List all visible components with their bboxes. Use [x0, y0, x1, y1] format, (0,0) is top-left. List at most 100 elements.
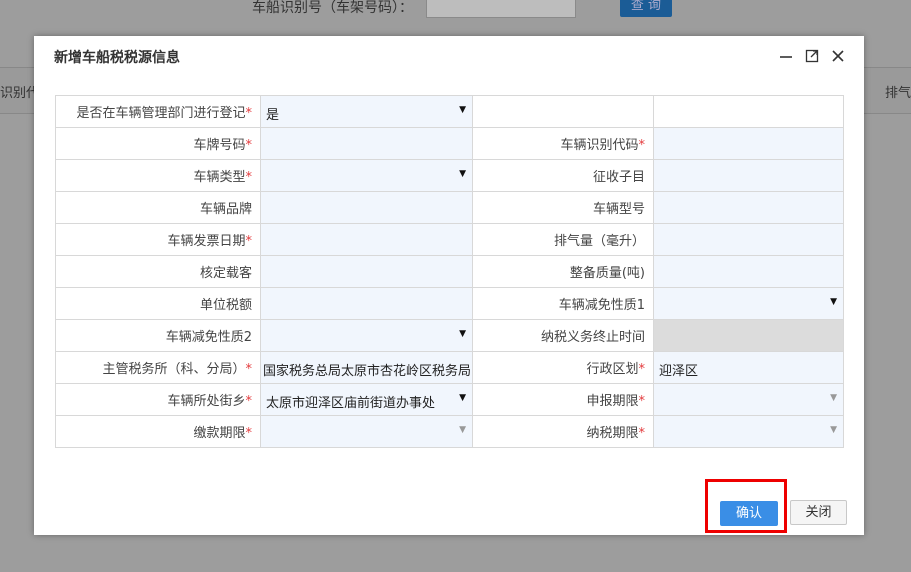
field-label-text: 排气量（毫升）: [553, 234, 645, 249]
required-mark: *: [245, 106, 253, 121]
chevron-down-icon[interactable]: ▼: [830, 393, 837, 403]
field-label-text: 核定载客: [199, 266, 252, 281]
chevron-down-icon[interactable]: ▼: [459, 169, 466, 179]
background-search-input[interactable]: [426, 0, 576, 18]
field-label: 车辆所处街乡*: [55, 383, 261, 416]
field-input[interactable]: [260, 127, 473, 160]
field-label-text: 主管税务所（科、分局）: [102, 362, 246, 377]
form-row: 车辆减免性质2 ▼ 纳税义务终止时间: [55, 319, 844, 352]
field-label: 车牌号码*: [55, 127, 261, 160]
field-input[interactable]: [260, 191, 473, 224]
field-label: 车辆类型*: [55, 159, 261, 192]
field-label: 车辆品牌: [55, 191, 261, 224]
required-mark: *: [638, 394, 646, 409]
field-label: 整备质量(吨): [472, 255, 654, 288]
background-search-label: 车船识别号（车架号码）：: [252, 0, 413, 16]
field-select[interactable]: ▼: [653, 415, 844, 448]
field-input[interactable]: [260, 287, 473, 320]
field-input: [653, 319, 844, 352]
form-row: 核定载客 整备质量(吨): [55, 255, 844, 288]
required-mark: *: [245, 362, 253, 377]
chevron-down-icon[interactable]: ▼: [459, 105, 466, 115]
required-mark: *: [245, 394, 253, 409]
dialog-window-controls: [778, 48, 846, 64]
field-input[interactable]: [653, 159, 844, 192]
minimize-icon[interactable]: [778, 48, 794, 64]
field-label-text: 是否在车辆管理部门进行登记: [76, 106, 246, 121]
required-mark: *: [245, 138, 253, 153]
field-input[interactable]: [260, 255, 473, 288]
field-label-text: 车辆减免性质1: [558, 298, 645, 313]
chevron-down-icon[interactable]: ▼: [830, 425, 837, 435]
background-column-header-right: 排气: [885, 86, 911, 101]
field-label: 车辆识别代码*: [472, 127, 654, 160]
chevron-down-icon[interactable]: ▼: [459, 425, 466, 435]
chevron-down-icon[interactable]: ▼: [459, 329, 466, 339]
form-row: 主管税务所（科、分局）* 国家税务总局太原市杏花岭区税务局 行政区划* 迎泽区: [55, 351, 844, 384]
field-value: 国家税务总局太原市杏花岭区税务局: [263, 364, 471, 379]
field-label-text: 申报期限: [586, 394, 639, 409]
add-vehicle-tax-dialog: 新增车船税税源信息 是否在车辆管理部门进行登记* 是 ▼ 车牌号码* 车辆识别代码* 车辆…: [34, 36, 864, 535]
field-label-text: 车牌号码: [193, 138, 246, 153]
vehicle-tax-form: 是否在车辆管理部门进行登记* 是 ▼ 车牌号码* 车辆识别代码* 车辆类型* ▼ 征收子目 车辆…: [55, 95, 844, 448]
field-label-text: 征收子目: [592, 170, 645, 185]
chevron-down-icon[interactable]: ▼: [459, 393, 466, 403]
required-mark: *: [638, 426, 646, 441]
field-label: 车辆发票日期*: [55, 223, 261, 256]
maximize-icon[interactable]: [804, 48, 820, 64]
field-label: 单位税额: [55, 287, 261, 320]
field-label: 车辆减免性质2: [55, 319, 261, 352]
field-label: 纳税义务终止时间: [472, 319, 654, 352]
field-select[interactable]: 太原市迎泽区庙前街道办事处 ▼: [260, 383, 473, 416]
field-input[interactable]: 迎泽区: [653, 351, 844, 384]
field-select[interactable]: ▼: [653, 383, 844, 416]
field-label-text: 单位税额: [199, 298, 252, 313]
field-label-text: 缴款期限: [193, 426, 246, 441]
dialog-title: 新增车船税税源信息: [54, 50, 180, 66]
field-select[interactable]: 是 ▼: [260, 95, 473, 128]
confirm-button[interactable]: 确认: [720, 501, 778, 526]
field-input[interactable]: [653, 255, 844, 288]
field-input[interactable]: [653, 127, 844, 160]
field-input[interactable]: 国家税务总局太原市杏花岭区税务局: [260, 351, 473, 384]
field-value: 是: [266, 108, 280, 123]
field-select[interactable]: ▼: [260, 159, 473, 192]
background-search-bar: 车船识别号（车架号码）： 查 询: [0, 0, 911, 24]
field-label-text: 行政区划: [586, 362, 639, 377]
field-label: 征收子目: [472, 159, 654, 192]
close-icon[interactable]: [830, 48, 846, 64]
field-label-text: 车辆识别代码: [560, 138, 639, 153]
field-label-text: 纳税义务终止时间: [540, 330, 645, 345]
form-row: 车辆品牌 车辆型号: [55, 191, 844, 224]
field-input[interactable]: [653, 191, 844, 224]
field-value: 迎泽区: [659, 364, 699, 379]
field-label: 车辆减免性质1: [472, 287, 654, 320]
background-search-button[interactable]: 查 询: [620, 0, 672, 17]
field-label-text: 整备质量(吨): [569, 266, 645, 281]
required-mark: *: [245, 426, 253, 441]
field-select[interactable]: ▼: [260, 415, 473, 448]
field-label: 纳税期限*: [472, 415, 654, 448]
field-label-text: 车辆品牌: [199, 202, 252, 217]
field-input[interactable]: [653, 223, 844, 256]
close-button[interactable]: 关闭: [790, 500, 847, 525]
field-label: 是否在车辆管理部门进行登记*: [55, 95, 261, 128]
field-select[interactable]: ▼: [260, 319, 473, 352]
field-select[interactable]: ▼: [653, 287, 844, 320]
field-label-text: 车辆型号: [592, 202, 645, 217]
form-row: 车辆类型* ▼ 征收子目: [55, 159, 844, 192]
chevron-down-icon[interactable]: ▼: [830, 297, 837, 307]
field-input[interactable]: [260, 223, 473, 256]
required-mark: *: [638, 362, 646, 377]
empty-cell: [653, 95, 844, 128]
required-mark: *: [245, 234, 253, 249]
field-label: 缴款期限*: [55, 415, 261, 448]
field-label: 主管税务所（科、分局）*: [55, 351, 261, 384]
field-label-text: 车辆发票日期: [167, 234, 246, 249]
field-label-text: 车辆减免性质2: [165, 330, 252, 345]
required-mark: *: [638, 138, 646, 153]
field-label-text: 纳税期限: [586, 426, 639, 441]
required-mark: *: [245, 170, 253, 185]
field-label: 车辆型号: [472, 191, 654, 224]
form-row: 车辆所处街乡* 太原市迎泽区庙前街道办事处 ▼ 申报期限* ▼: [55, 383, 844, 416]
